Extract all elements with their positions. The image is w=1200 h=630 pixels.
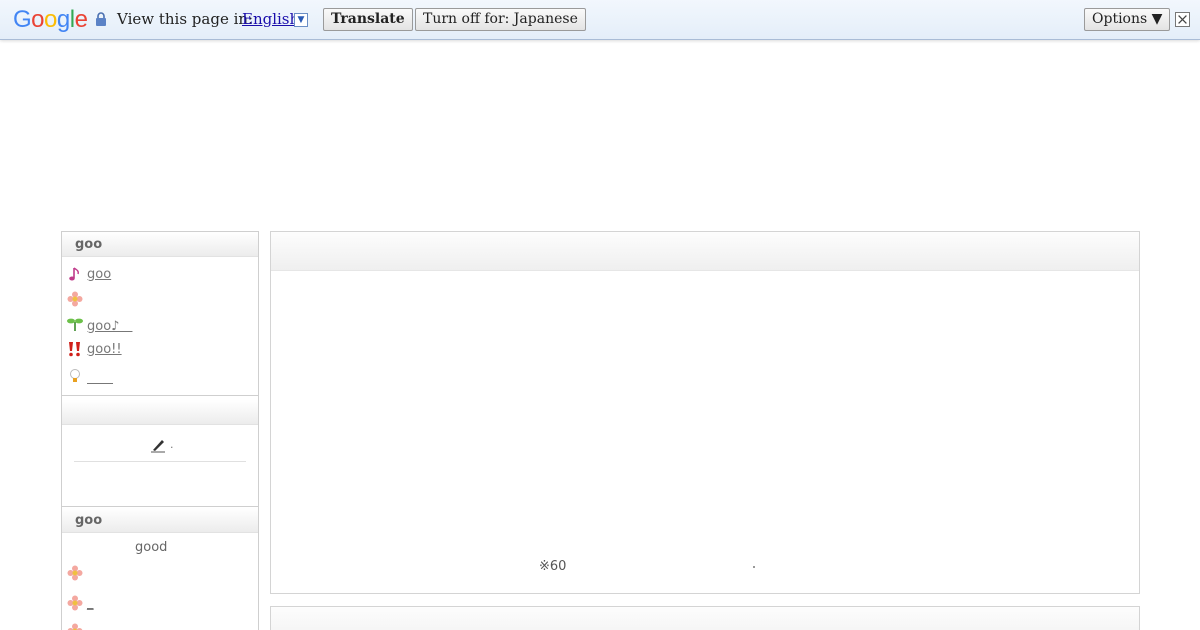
lock-icon	[96, 12, 106, 26]
sidebar-item[interactable]	[67, 289, 87, 309]
flower-icon	[67, 595, 83, 611]
flower-icon	[67, 623, 83, 630]
sprout-icon	[67, 318, 83, 331]
main-panel-second	[270, 606, 1140, 630]
close-icon[interactable]	[1175, 12, 1190, 27]
dot-mark	[753, 566, 755, 568]
sidebar-item[interactable]	[67, 563, 87, 583]
logo-letter: g	[56, 6, 70, 33]
divider	[74, 461, 246, 462]
language-dropdown-icon[interactable]: ▼	[294, 13, 308, 27]
flower-icon	[67, 291, 83, 307]
logo-letter: o	[31, 6, 45, 33]
sidebar-section-title	[62, 400, 258, 425]
sidebar-item[interactable]	[67, 621, 87, 630]
pen-icon	[151, 440, 165, 453]
exclamation-icon	[69, 342, 80, 357]
note-text: ※60	[539, 559, 567, 574]
main-panel-header	[271, 232, 1139, 271]
language-link[interactable]: English	[242, 10, 299, 28]
main-panel: ※60	[270, 231, 1140, 594]
sidebar-item[interactable]	[67, 366, 113, 386]
turn-off-button[interactable]: Turn off for: Japanese	[415, 8, 586, 31]
view-page-label: View this page in:	[117, 10, 254, 28]
flower-icon	[67, 565, 83, 581]
options-button[interactable]: Options ▼	[1084, 8, 1171, 31]
google-logo: Google	[13, 6, 88, 34]
sidebar-item[interactable]: goo	[67, 264, 111, 284]
sidebar-section-title: goo	[62, 508, 258, 533]
sidebar-item[interactable]: _	[67, 593, 94, 613]
translate-button[interactable]: Translate	[323, 8, 413, 31]
bulb-icon	[70, 369, 80, 382]
sidebar-item[interactable]: goo♪	[67, 314, 132, 334]
pen-text: .	[170, 438, 174, 451]
sidebar-item-link[interactable]	[87, 367, 113, 386]
sidebar-item-link[interactable]: goo♪	[87, 315, 132, 334]
music-note-icon	[69, 267, 79, 281]
logo-letter: G	[13, 6, 32, 33]
sidebar-item[interactable]: goo!!	[67, 339, 122, 359]
sidebar-section-title: goo	[62, 232, 258, 257]
sidebar-item-link[interactable]: _	[87, 596, 94, 611]
good-text: good	[135, 540, 168, 555]
sidebar-item-link[interactable]: goo!!	[87, 342, 122, 357]
logo-letter: o	[44, 6, 57, 33]
sidebar-item-link[interactable]: goo	[87, 267, 111, 282]
translate-bar: Google View this page in: English ▼ Tran…	[0, 0, 1200, 40]
divider	[62, 506, 258, 507]
divider	[62, 395, 258, 396]
sidebar: goo goo goo♪ goo!! . goo good _	[61, 231, 259, 630]
logo-letter: e	[74, 6, 88, 33]
